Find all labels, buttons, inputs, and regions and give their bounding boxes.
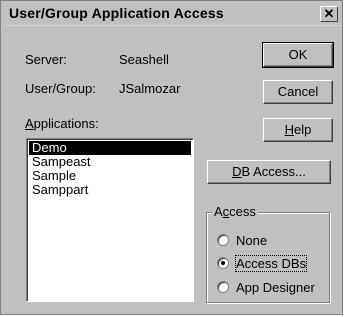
- applications-list[interactable]: Demo Sampeast Sample Samppart: [26, 138, 194, 302]
- user-group-value: JSalmozar: [119, 81, 181, 96]
- close-button[interactable]: ✕: [320, 6, 338, 22]
- radio-button-icon[interactable]: [217, 234, 229, 246]
- cancel-button[interactable]: Cancel: [263, 80, 333, 104]
- list-item[interactable]: Samppart: [29, 183, 191, 197]
- title-bar[interactable]: User/Group Application Access ✕: [3, 3, 342, 26]
- dialog-window: User/Group Application Access ✕ Server: …: [0, 0, 343, 315]
- server-label: Server:: [25, 52, 67, 67]
- radio-label: App Designer: [236, 280, 315, 295]
- radio-button-selected-icon[interactable]: [217, 257, 229, 269]
- help-button[interactable]: Help: [263, 118, 333, 142]
- ok-button[interactable]: OK: [262, 42, 334, 68]
- radio-label: Access DBs: [234, 255, 308, 272]
- close-icon: ✕: [323, 6, 335, 21]
- user-group-label: User/Group:: [25, 81, 96, 96]
- radio-label: None: [236, 233, 268, 248]
- applications-label: Applications:: [25, 116, 99, 131]
- radio-button-icon[interactable]: [217, 281, 229, 293]
- list-item[interactable]: Demo: [29, 141, 191, 155]
- window-title: User/Group Application Access: [9, 5, 224, 21]
- db-access-button[interactable]: DB Access...: [207, 160, 331, 184]
- server-value: Seashell: [119, 52, 169, 67]
- list-item[interactable]: Sampeast: [29, 155, 191, 169]
- access-group-label: Access: [212, 204, 258, 219]
- list-item[interactable]: Sample: [29, 169, 191, 183]
